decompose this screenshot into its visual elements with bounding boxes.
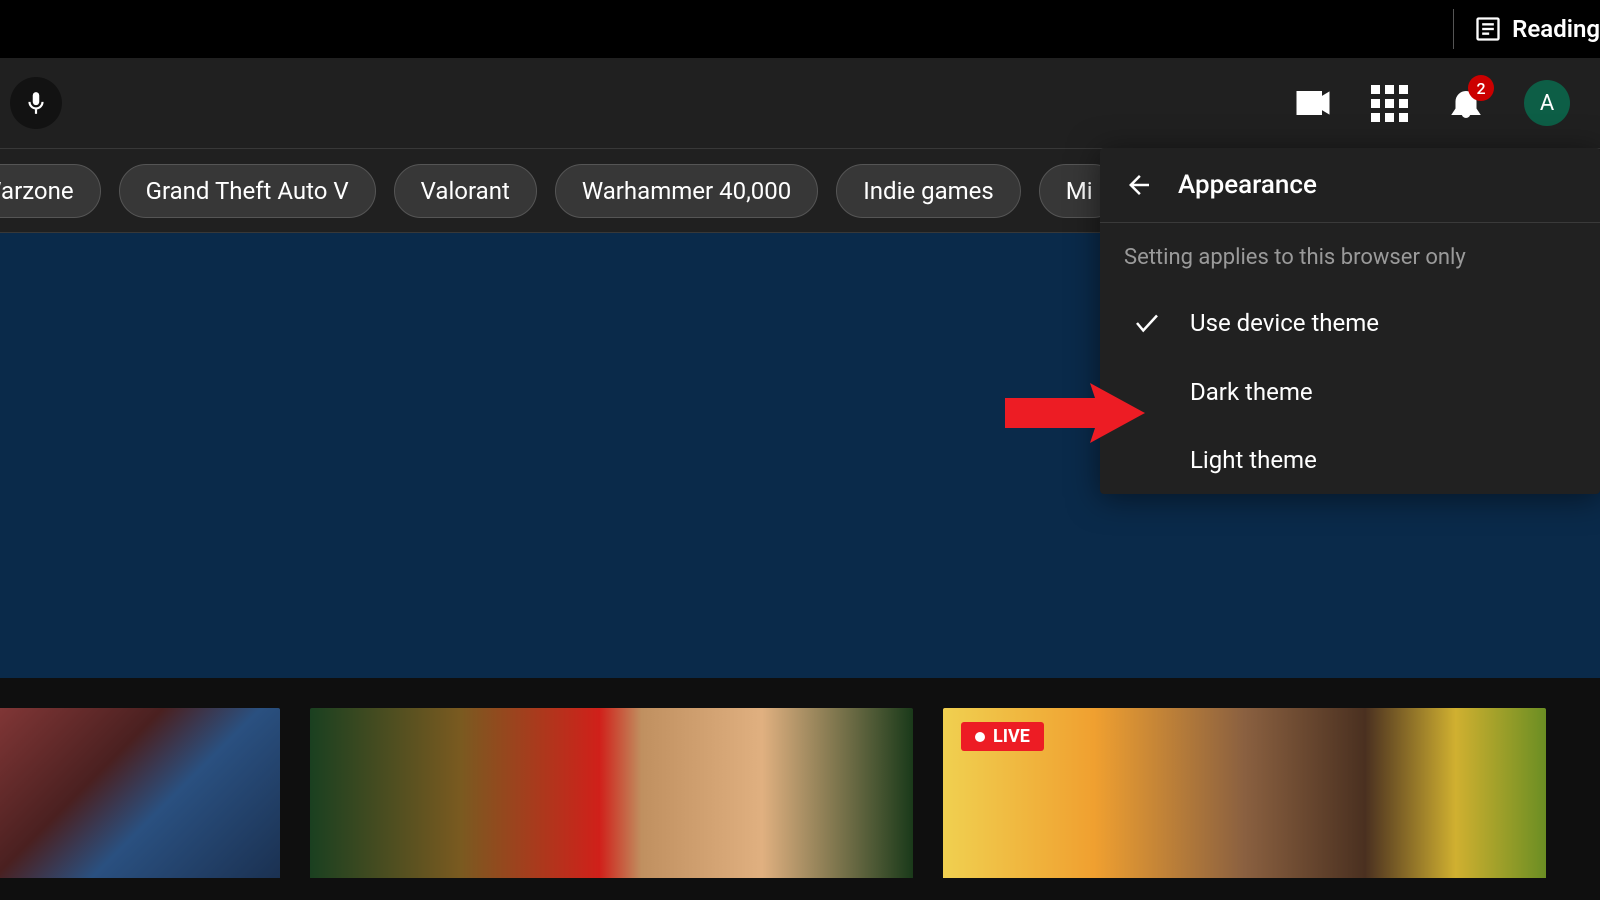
reading-list-icon: [1474, 15, 1502, 43]
microphone-icon: [23, 90, 49, 116]
theme-option-device[interactable]: Use device theme: [1100, 288, 1600, 358]
avatar[interactable]: A: [1524, 80, 1570, 126]
filter-chip[interactable]: Valorant: [394, 164, 537, 218]
notifications-button[interactable]: 2: [1448, 85, 1484, 121]
reading-mode-button[interactable]: Reading: [1453, 9, 1600, 49]
menu-header: Appearance: [1100, 148, 1600, 223]
menu-item-label: Light theme: [1190, 446, 1317, 474]
avatar-initial: A: [1540, 91, 1554, 116]
browser-top-bar: Reading: [0, 0, 1600, 58]
menu-item-label: Dark theme: [1190, 378, 1313, 406]
filter-chip[interactable]: Grand Theft Auto V: [119, 164, 376, 218]
voice-search-button[interactable]: [10, 77, 62, 129]
appearance-menu: Appearance Setting applies to this brows…: [1100, 148, 1600, 494]
filter-chip[interactable]: Indie games: [836, 164, 1021, 218]
menu-title: Appearance: [1178, 170, 1317, 200]
annotation-arrow: [1005, 383, 1145, 447]
video-thumbnail[interactable]: [0, 708, 280, 878]
check-icon: [1124, 308, 1170, 338]
theme-option-light[interactable]: Light theme: [1100, 426, 1600, 494]
create-video-icon: [1295, 85, 1331, 121]
app-header: 2 A: [0, 58, 1600, 148]
theme-option-dark[interactable]: Dark theme: [1100, 358, 1600, 426]
menu-subtitle: Setting applies to this browser only: [1100, 223, 1600, 288]
header-actions: 2 A: [1295, 80, 1570, 126]
video-thumbnail[interactable]: [310, 708, 913, 878]
reading-label: Reading: [1512, 15, 1600, 43]
menu-item-label: Use device theme: [1190, 309, 1379, 337]
back-arrow-icon[interactable]: [1124, 170, 1154, 200]
apps-button[interactable]: [1371, 85, 1408, 122]
video-thumbnail[interactable]: LIVE: [943, 708, 1546, 878]
filter-chip[interactable]: y: Warzone: [0, 164, 101, 218]
live-badge: LIVE: [961, 722, 1044, 751]
notification-badge: 2: [1468, 75, 1494, 101]
filter-chip[interactable]: Warhammer 40,000: [555, 164, 818, 218]
apps-grid-icon: [1371, 85, 1408, 122]
video-grid: LIVE: [0, 678, 1600, 878]
create-button[interactable]: [1295, 85, 1331, 121]
